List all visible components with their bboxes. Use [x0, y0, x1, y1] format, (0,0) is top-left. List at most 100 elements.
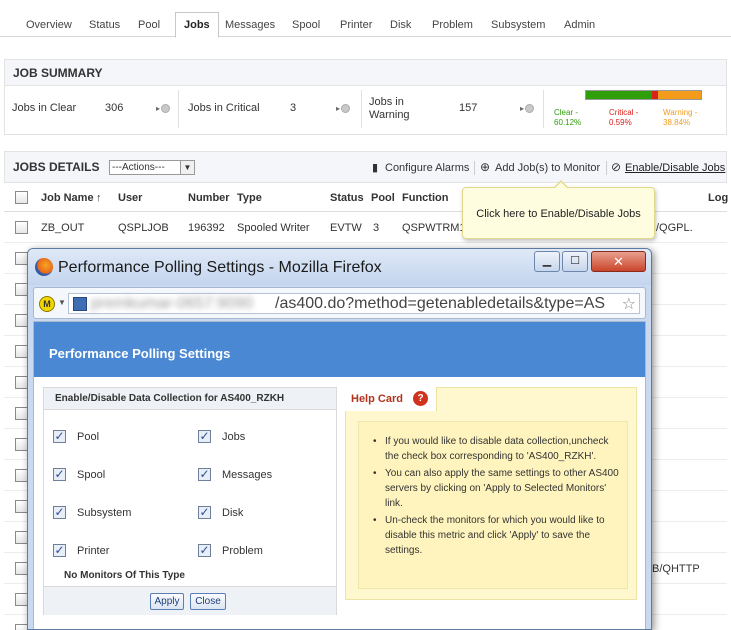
site-identity-icon[interactable]: M [39, 296, 55, 312]
tab-disk[interactable]: Disk [382, 14, 419, 37]
firefox-popup-window: Performance Polling Settings - Mozilla F… [27, 248, 652, 630]
tab-spool[interactable]: Spool [284, 14, 328, 37]
enable-disable-jobs-link[interactable]: Enable/Disable Jobs [625, 162, 725, 174]
col-status[interactable]: Status [330, 192, 364, 204]
divider [543, 90, 544, 128]
actions-dropdown[interactable]: ---Actions--- ▼ [109, 160, 195, 175]
apply-button[interactable]: Apply [150, 593, 184, 610]
tab-messages[interactable]: Messages [217, 14, 283, 37]
help-card: Help Card ? If you would like to disable… [345, 387, 637, 600]
app-root: Overview Status Pool Jobs Messages Spool… [0, 0, 731, 630]
help-item: If you would like to disable data collec… [373, 434, 621, 464]
warning-pct-label: Warning - [663, 108, 698, 117]
help-card-body: If you would like to disable data collec… [358, 421, 628, 589]
firefox-logo-icon [35, 258, 53, 276]
arrow-icon: ▸ [520, 104, 525, 113]
problem-label: Problem [222, 545, 263, 557]
cell-log: /QGPL. [656, 222, 693, 234]
cell-job-name[interactable]: ZB_OUT [41, 222, 84, 234]
tab-admin[interactable]: Admin [556, 14, 603, 37]
cell-log: B/QHTTP [652, 563, 700, 575]
add-jobs-link[interactable]: Add Job(s) to Monitor [495, 162, 600, 174]
col-number[interactable]: Number [188, 192, 230, 204]
maximize-button[interactable]: ☐ [562, 251, 588, 272]
jobs-critical-label: Jobs in Critical [188, 102, 260, 114]
details-icon[interactable] [525, 104, 534, 113]
spool-checkbox[interactable]: ✓ [53, 468, 66, 481]
help-item: You can also apply the same settings to … [373, 466, 621, 511]
divider [474, 161, 475, 175]
subsystem-label: Subsystem [77, 507, 132, 519]
jobs-warning-label: Jobs in Warning [369, 96, 410, 121]
window-title: Performance Polling Settings - Mozilla F… [58, 259, 382, 276]
tab-overview[interactable]: Overview [18, 14, 80, 37]
cell-number: 196392 [188, 222, 225, 234]
divider [361, 90, 362, 128]
cell-function: QSPWTRM1 [402, 222, 466, 234]
problem-checkbox[interactable]: ✓ [198, 544, 211, 557]
alarm-icon: ▮ [372, 162, 379, 174]
details-icon[interactable] [161, 104, 170, 113]
tab-pool[interactable]: Pool [130, 14, 168, 37]
printer-checkbox[interactable]: ✓ [53, 544, 66, 557]
details-icon[interactable] [341, 104, 350, 113]
row-checkbox[interactable] [15, 221, 28, 234]
arrow-icon: ▸ [156, 104, 161, 113]
sort-asc-icon[interactable]: ↑ [96, 192, 102, 204]
bookmark-star-icon[interactable]: ☆ [622, 294, 636, 314]
jobs-details-header: JOBS DETAILS ---Actions--- ▼ ▮ Configure… [4, 151, 727, 183]
no-monitors-text: No Monitors Of This Type [64, 570, 185, 581]
select-all-checkbox[interactable] [15, 191, 28, 204]
url-host: premkumar-0657:9090 [91, 295, 253, 312]
window-titlebar[interactable]: Performance Polling Settings - Mozilla F… [28, 249, 651, 285]
tab-problem[interactable]: Problem [424, 14, 481, 37]
data-collection-panel: Enable/Disable Data Collection for AS400… [43, 387, 337, 615]
clear-pct-label: Clear - [554, 108, 579, 117]
tooltip-arrow-fill [554, 182, 568, 189]
minimize-button[interactable]: ▁ [534, 251, 560, 272]
pool-checkbox[interactable]: ✓ [53, 430, 66, 443]
printer-label: Printer [77, 545, 110, 557]
jobs-clear-count[interactable]: 306 [105, 102, 123, 114]
polling-settings-title: Performance Polling Settings [49, 346, 231, 361]
col-job-name[interactable]: Job Name [41, 192, 94, 204]
bar-segment-clear [586, 91, 652, 99]
tab-printer[interactable]: Printer [332, 14, 380, 37]
col-log[interactable]: Log [708, 192, 728, 204]
col-function[interactable]: Function [402, 192, 448, 204]
subsystem-checkbox[interactable]: ✓ [53, 506, 66, 519]
divider [606, 161, 607, 175]
jobs-label: Jobs [222, 431, 246, 443]
col-pool[interactable]: Pool [371, 192, 395, 204]
panel-footer: Apply Close [44, 586, 336, 615]
close-button[interactable]: Close [190, 593, 226, 610]
help-card-title: Help Card [351, 393, 403, 405]
chevron-down-icon[interactable]: ▼ [180, 161, 194, 174]
tab-jobs[interactable]: Jobs [175, 12, 219, 38]
polling-settings-header: Performance Polling Settings [34, 322, 645, 377]
col-type[interactable]: Type [237, 192, 262, 204]
clear-pct: 60.12% [554, 118, 582, 127]
col-user[interactable]: User [118, 192, 142, 204]
help-question-icon: ? [413, 391, 428, 406]
address-bar: M ▼ premkumar-0657:9090 /as400.do?method… [33, 287, 646, 319]
jobs-details-title: JOBS DETAILS [13, 160, 100, 174]
disk-checkbox[interactable]: ✓ [198, 506, 211, 519]
jobs-warning-count[interactable]: 157 [459, 102, 477, 114]
jobs-critical-count[interactable]: 3 [290, 102, 296, 114]
url-field[interactable]: premkumar-0657:9090 /as400.do?method=get… [68, 293, 640, 314]
close-window-button[interactable]: ✕ [591, 251, 646, 272]
page-icon [73, 297, 87, 311]
job-summary-title: JOB SUMMARY [5, 60, 726, 86]
jobs-checkbox[interactable]: ✓ [198, 430, 211, 443]
add-icon: ⊕ [480, 160, 491, 174]
popup-content: Performance Polling Settings Enable/Disa… [33, 321, 646, 629]
divider [178, 90, 179, 128]
bar-segment-warning [658, 91, 701, 99]
tab-status[interactable]: Status [81, 14, 128, 37]
configure-alarms-link[interactable]: Configure Alarms [385, 162, 469, 174]
tab-subsystem[interactable]: Subsystem [483, 14, 553, 37]
top-tab-bar: Overview Status Pool Jobs Messages Spool… [0, 0, 731, 38]
chevron-down-icon[interactable]: ▼ [58, 298, 66, 307]
messages-checkbox[interactable]: ✓ [198, 468, 211, 481]
